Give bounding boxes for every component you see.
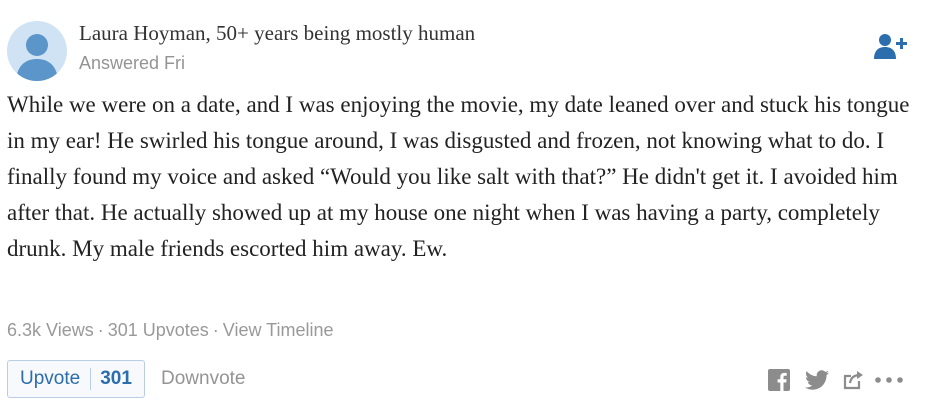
separator: · bbox=[212, 320, 219, 340]
views-count: 6.3k Views bbox=[7, 320, 94, 340]
follow-user-button[interactable] bbox=[872, 31, 910, 63]
avatar[interactable] bbox=[7, 21, 67, 81]
upvote-button[interactable]: Upvote 301 bbox=[7, 360, 145, 398]
twitter-icon[interactable] bbox=[804, 368, 830, 392]
add-user-icon bbox=[874, 34, 907, 59]
answer-stats: 6.3k Views · 301 Upvotes · View Timeline bbox=[7, 320, 334, 341]
share-icon[interactable] bbox=[842, 368, 866, 392]
upvote-label: Upvote bbox=[20, 368, 81, 389]
facebook-icon[interactable] bbox=[767, 368, 791, 392]
downvote-button[interactable]: Downvote bbox=[161, 368, 246, 390]
share-toolbar bbox=[765, 368, 910, 392]
more-icon[interactable] bbox=[874, 372, 906, 388]
view-timeline-link[interactable]: View Timeline bbox=[223, 320, 334, 340]
answered-date: Answered Fri bbox=[79, 53, 186, 73]
answer-body: While we were on a date, and I was enjoy… bbox=[7, 92, 910, 261]
upvote-count: 301 bbox=[90, 368, 132, 390]
author-name-credential[interactable]: Laura Hoyman, 50+ years being mostly hum… bbox=[79, 21, 475, 46]
user-silhouette-icon bbox=[16, 34, 58, 81]
upvotes-count: 301 Upvotes bbox=[107, 320, 209, 340]
separator: · bbox=[97, 320, 104, 340]
